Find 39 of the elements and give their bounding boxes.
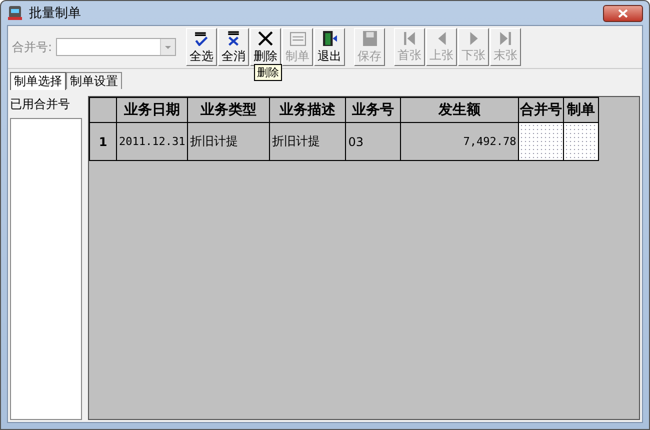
toolbar-button[interactable]: 删除 (250, 28, 282, 66)
document-icon (290, 32, 306, 46)
checkmark-icon (195, 32, 208, 46)
merge-number-list[interactable] (10, 118, 82, 420)
used-merge-number-label: 已用合并号 (10, 96, 71, 113)
door-icon (322, 31, 337, 46)
close-button[interactable] (603, 4, 643, 22)
close-icon (618, 8, 628, 18)
tab[interactable]: 制单设置 (66, 72, 122, 89)
table-cell: 03 (346, 122, 401, 160)
merge-number-label: 合并号: (12, 38, 52, 56)
column-header[interactable]: 制单 (564, 98, 599, 122)
dropdown-arrow-icon (165, 46, 172, 49)
close-icon (258, 31, 274, 46)
tab[interactable]: 制单选择 (10, 72, 66, 90)
cross-icon (228, 31, 240, 46)
table-cell: 折旧计提 (188, 122, 270, 160)
column-header[interactable]: 业务号 (346, 98, 401, 122)
save-icon (362, 31, 377, 46)
last-icon (500, 32, 512, 45)
column-header[interactable]: 业务类型 (188, 98, 270, 122)
column-header[interactable]: 合并号 (518, 98, 564, 122)
column-header[interactable]: 业务日期 (116, 98, 188, 122)
left-triangle-icon (438, 32, 446, 45)
toolbar-button[interactable]: 退出 (314, 28, 346, 66)
table-cell: 折旧计提 (270, 122, 346, 160)
app-icon (7, 5, 23, 21)
table-cell[interactable] (518, 122, 564, 160)
table-cell: 2011.12.31 (116, 122, 188, 160)
first-icon (404, 32, 416, 45)
window-title: 批量制单 (29, 5, 81, 22)
right-triangle-icon (470, 32, 478, 45)
tooltip: 删除 (254, 64, 282, 81)
toolbar-button[interactable]: 全选 (186, 28, 218, 66)
table-cell[interactable] (564, 122, 599, 160)
column-header[interactable]: 发生额 (400, 98, 519, 122)
toolbar-button[interactable]: 全消 (218, 28, 250, 66)
row-number: 1 (90, 122, 116, 160)
column-header[interactable]: 业务描述 (270, 98, 346, 122)
